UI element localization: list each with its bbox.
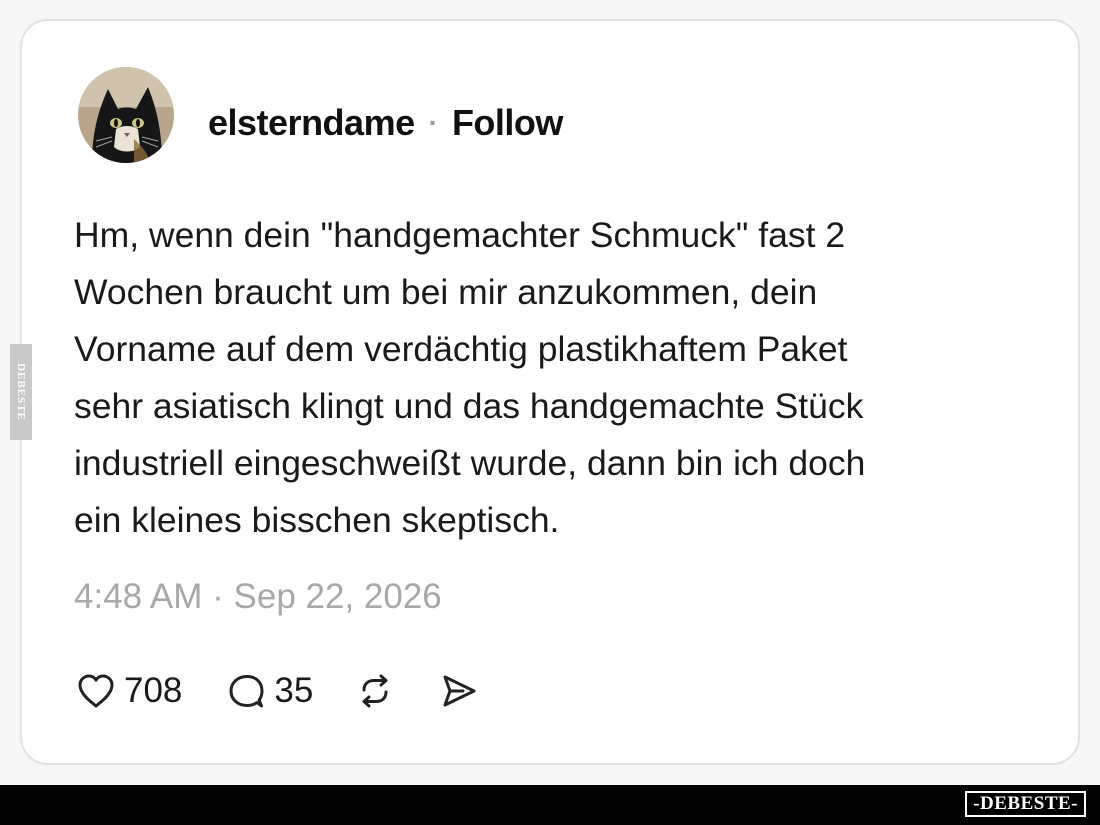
like-button[interactable]: 708	[76, 671, 182, 711]
send-icon	[439, 672, 479, 710]
like-count: 708	[124, 671, 183, 710]
post-timestamp[interactable]: 4:48 AM · Sep 22, 2026	[74, 577, 442, 617]
post-card: elsterndame · Follow Hm, wenn dein "hand…	[20, 19, 1080, 765]
post-text-line: Wochen braucht um bei mir anzukommen, de…	[74, 272, 818, 312]
reply-count: 35	[274, 671, 314, 710]
cat-avatar-icon[interactable]	[78, 67, 174, 163]
header-separator: ·	[428, 107, 438, 138]
post-actions: 708 35	[74, 667, 479, 715]
brand-logo: -DEBESTE-	[965, 791, 1086, 817]
post-text: Hm, wenn dein "handgemachter Schmuck" fa…	[74, 207, 1034, 549]
username-link[interactable]: elsterndame	[208, 102, 415, 144]
post-text-line: industriell eingeschweißt wurde, dann bi…	[74, 443, 866, 483]
repost-icon	[355, 672, 395, 710]
heart-icon	[76, 672, 116, 710]
post-text-line: sehr asiatisch klingt und das handgemach…	[74, 386, 864, 426]
post-text-line: Vorname auf dem verdächtig plastikhaftem…	[74, 329, 848, 369]
post-text-line: ein kleines bisschen skeptisch.	[74, 500, 560, 540]
post-text-line: Hm, wenn dein "handgemachter Schmuck" fa…	[74, 215, 846, 255]
repost-button[interactable]	[355, 672, 395, 710]
speech-bubble-icon	[226, 672, 266, 710]
side-watermark: DEBESTE	[10, 344, 32, 440]
share-button[interactable]	[439, 672, 479, 710]
follow-button[interactable]: Follow	[452, 102, 563, 144]
reply-button[interactable]: 35	[226, 671, 313, 711]
post-header: elsterndame · Follow	[208, 99, 563, 147]
footer-bar: -DEBESTE-	[0, 785, 1100, 825]
side-watermark-text: DEBESTE	[15, 363, 27, 421]
